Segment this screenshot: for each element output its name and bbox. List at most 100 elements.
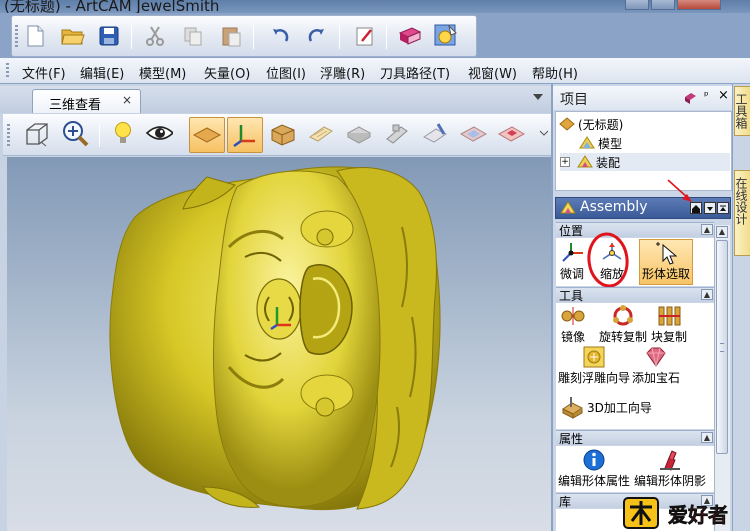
block-copy-icon [658,306,681,326]
menu-bitmap[interactable]: 位图(I) [266,63,306,82]
pin-button[interactable]: ᵖ [704,89,709,102]
redo-button[interactable] [303,22,331,50]
tool-shape-select-label: 形体选取 [642,267,691,281]
section-collapse-icon[interactable]: ▲ [701,432,713,443]
scrollbar-thumb[interactable] [716,240,728,454]
panel-collapse-button[interactable] [717,202,729,214]
sheet-icon [386,124,408,144]
gem-plane-icon [497,126,525,142]
tool-relief-wizard[interactable]: 雕刻浮雕向导 [558,345,630,386]
assembly-panel-header: Assembly [555,197,731,219]
section-collapse-icon[interactable]: ▲ [701,224,713,235]
tool-block-copy[interactable]: 块复制 [651,304,687,345]
zoom-button[interactable] [61,120,89,148]
tab-list-dropdown-icon[interactable] [533,94,543,100]
open-file-button[interactable] [59,22,87,50]
side-tab-toolbox[interactable]: 工具箱 [734,86,750,136]
watermark-logo-icon: 爱好者 [623,497,728,529]
expand-button[interactable]: + [560,157,570,167]
section-attributes-header[interactable]: 属性 ▲ [556,430,714,446]
section-position-title: 位置 [559,224,584,238]
project-tree[interactable]: (无标题) 模型 + 装配 [555,111,732,191]
tab-3d-view[interactable]: 三维查看 × [32,89,141,113]
tab-close-button[interactable]: × [122,93,132,107]
visibility-button[interactable] [145,120,173,148]
show-plane-toggle[interactable] [189,117,225,153]
toolbar-grip[interactable] [15,25,18,49]
color-view-button[interactable] [459,120,487,148]
side-tab-online-design[interactable]: 在线设计 [734,170,750,256]
gem-view-button[interactable] [497,120,525,148]
tool-rotate-copy[interactable]: 旋转复制 [599,304,647,345]
notes-button[interactable] [351,22,379,50]
tool-add-gem[interactable]: 添加宝石 [632,345,680,386]
tree-item-project-label: (无标题) [578,117,624,132]
tool-mirror[interactable]: 镜像 [560,304,586,345]
side-tab-strip [733,84,750,531]
section-collapse-icon[interactable]: ▲ [701,289,713,300]
toolbar-overflow[interactable] [535,120,551,148]
tool-edit-shape-attributes[interactable]: 编辑形体属性 [558,448,630,489]
tree-item-project[interactable]: (无标题) [558,115,623,133]
cut-button[interactable] [141,22,169,50]
tool-edit-shape-shading[interactable]: 编辑形体阴影 [634,448,706,489]
menu-vector[interactable]: 矢量(O) [204,63,250,82]
lighting-button[interactable] [109,120,137,148]
gold-head-model[interactable] [7,157,551,531]
save-button[interactable] [95,22,123,50]
about-button[interactable] [432,22,460,50]
help-book-button[interactable] [396,22,424,50]
view-iso-button[interactable] [21,120,49,148]
toolpath-view-button[interactable] [307,120,335,148]
relief-box-icon [271,124,295,146]
tool-machining-wizard[interactable]: 3D加工向导 [560,395,652,419]
brush-icon [423,123,447,143]
menu-relief[interactable]: 浮雕(R) [320,63,365,82]
panel-menu-button[interactable] [704,202,716,214]
relief-view-button[interactable] [269,120,297,148]
menu-edit[interactable]: 编辑(E) [80,63,124,82]
properties-icon[interactable] [683,91,697,104]
scroll-up-button[interactable]: ▲ [716,226,728,238]
tool-shape-select[interactable]: 形体选取 [639,239,694,285]
machine-view-button[interactable] [383,120,411,148]
menu-toolpaths[interactable]: 刀具路径(T) [380,63,450,82]
tool-nudge[interactable]: 微调 [559,241,585,282]
annotation-arrow [667,179,692,202]
minimize-button[interactable] [625,0,649,10]
3d-viewport[interactable] [7,157,551,531]
tree-item-assembly[interactable]: + 装配 [560,153,730,171]
paste-button[interactable] [217,22,245,50]
menu-model[interactable]: 模型(M) [139,63,186,82]
menu-help[interactable]: 帮助(H) [532,63,578,82]
panel-close-button[interactable]: × [718,88,729,103]
section-tools-title: 工具 [559,289,584,303]
menu-window[interactable]: 视窗(W) [468,63,517,82]
gray-block-icon [346,126,372,144]
shading-icon [660,450,680,471]
section-tools-header[interactable]: 工具 ▲ [556,287,714,303]
overflow-icon [539,130,549,136]
undo-button[interactable] [266,22,294,50]
maximize-button[interactable] [651,0,675,10]
axes-icon [233,125,255,148]
tree-item-model[interactable]: 模型 [578,134,622,152]
copy-icon [184,27,202,46]
tool-add-gem-label: 添加宝石 [632,371,681,385]
menu-file[interactable]: 文件(F) [22,63,66,82]
color-plane-icon [459,126,487,142]
section-position-header[interactable]: 位置 ▲ [556,222,714,238]
close-window-button[interactable] [677,0,721,10]
assembly-icon [577,155,593,168]
zoom-in-icon [63,121,89,147]
tool-machining-wizard-label: 3D加工向导 [587,400,652,415]
menu-grip [6,63,9,79]
copy-button[interactable] [179,22,207,50]
paint-view-button[interactable] [421,120,449,148]
title-bar: (无标题) - ArtCAM JewelSmith [0,0,750,13]
new-file-button[interactable] [21,22,49,50]
rotate-copy-icon [613,305,633,326]
show-axes-toggle[interactable] [227,117,263,153]
section-attributes-title: 属性 [559,432,584,446]
simulation-view-button[interactable] [345,120,373,148]
